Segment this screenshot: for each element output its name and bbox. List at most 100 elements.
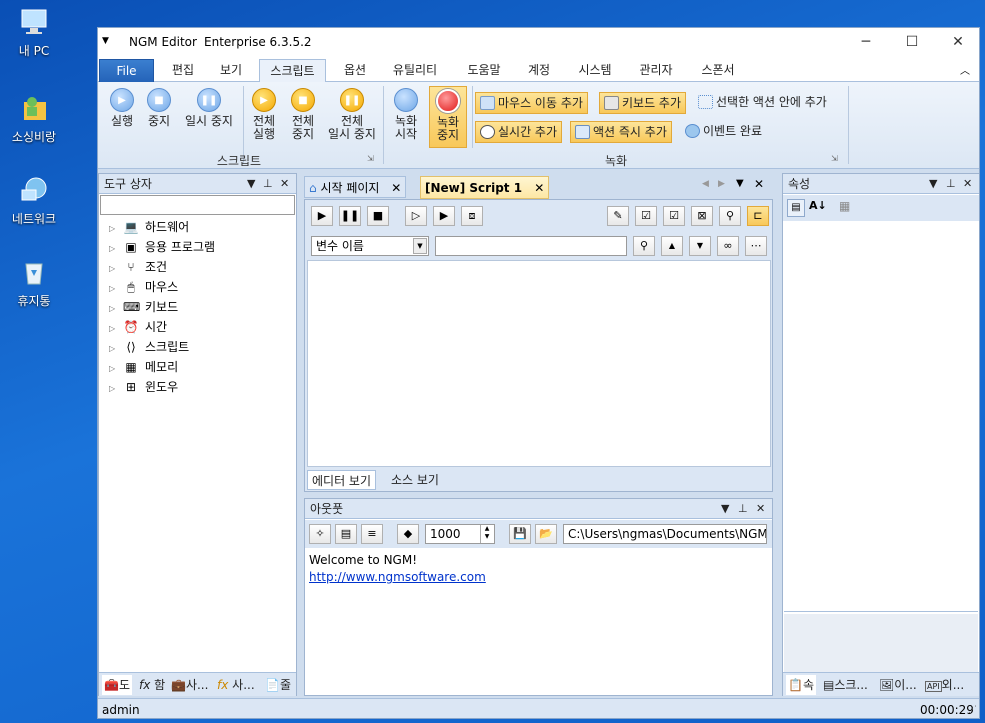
close-icon[interactable]: ✕ xyxy=(756,499,765,519)
event-complete-button[interactable]: 이벤트 완료 xyxy=(681,121,766,143)
expand-icon[interactable]: ▷ xyxy=(109,320,123,338)
eraser-icon[interactable]: ◆ xyxy=(397,524,419,544)
run-step-button[interactable]: ⧈ xyxy=(461,206,483,226)
close-tab-icon[interactable]: ✕ xyxy=(534,181,544,195)
tree-item-condition[interactable]: ▷ ⑂ 조건 xyxy=(109,258,167,276)
pin-icon[interactable]: ⊥ xyxy=(946,174,956,194)
max-lines-stepper[interactable]: 1000 ▲ ▼ xyxy=(425,524,495,544)
tab-help[interactable]: 도움말 xyxy=(459,59,509,82)
quick-access-menu-icon[interactable]: ▼ xyxy=(102,36,109,46)
enable-action-button[interactable]: ☑ xyxy=(635,206,657,226)
tree-item-memory[interactable]: ▷ ▦ 메모리 xyxy=(109,358,178,376)
bottom-tab-line[interactable]: 📄줄 xyxy=(265,675,291,695)
edit-action-button[interactable]: ✎ xyxy=(607,206,629,226)
next-result-button[interactable]: ▼ xyxy=(689,236,711,256)
tree-item-mouse[interactable]: ▷ 🖱 마우스 xyxy=(109,278,178,296)
add-action-immediately-button[interactable]: 액션 즉시 추가 xyxy=(570,121,672,143)
bottom-tab-api[interactable]: API 외... xyxy=(925,675,964,695)
tree-item-time[interactable]: ▷ ⏰ 시간 xyxy=(109,318,167,336)
check-action-button[interactable]: ☑ xyxy=(663,206,685,226)
add-keyboard-button[interactable]: 키보드 추가 xyxy=(599,92,687,114)
maximize-button[interactable]: ☐ xyxy=(889,28,935,56)
expand-icon[interactable]: ▷ xyxy=(109,240,123,258)
sort-alpha-icon[interactable]: A↓ xyxy=(809,199,827,212)
expand-icon[interactable]: ▷ xyxy=(109,340,123,358)
log-path-field[interactable]: C:\Users\ngmas\Documents\NGM6\ xyxy=(563,524,767,544)
tree-view-button[interactable]: ⊏ xyxy=(747,206,769,226)
tab-new-script[interactable]: [New] Script 1 ✕ xyxy=(420,176,550,199)
tab-start-page[interactable]: ⌂ 시작 페이지 ✕ xyxy=(304,176,407,198)
tab-admin[interactable]: 관리자 xyxy=(631,59,681,82)
tab-system[interactable]: 시스템 xyxy=(570,59,620,82)
run-button[interactable]: ▶ 실행 xyxy=(106,88,138,128)
pause-all-button[interactable]: ❚❚ 전체 일시 중지 xyxy=(324,88,380,141)
bottom-tab-user-function[interactable]: fx 사... xyxy=(217,675,255,695)
stop-button[interactable]: ■ 중지 xyxy=(144,88,174,128)
tab-editor-view[interactable]: 에디터 보기 xyxy=(307,470,377,490)
categorized-icon[interactable]: ▤ xyxy=(787,199,805,217)
expand-icon[interactable]: ▷ xyxy=(109,220,123,238)
bottom-tab-function[interactable]: fx 함 xyxy=(139,675,165,695)
new-log-icon[interactable]: ▤ xyxy=(335,524,357,544)
tab-sponsor[interactable]: 스폰서 xyxy=(693,59,743,82)
toolbox-search-input[interactable] xyxy=(100,195,295,215)
record-stop-button[interactable]: 녹화 중지 xyxy=(429,86,467,148)
bottom-tab-properties[interactable]: 📋속 xyxy=(786,675,816,695)
tab-list-icon[interactable]: ▼ xyxy=(736,178,744,189)
tab-file[interactable]: File xyxy=(99,59,154,82)
editor-pause-button[interactable]: ❚❚ xyxy=(339,206,361,226)
variable-name-select[interactable]: 변수 이름 ▼ xyxy=(311,236,429,256)
tab-utility[interactable]: 유틸리티 xyxy=(385,59,445,82)
bottom-tab-user[interactable]: 💼사... xyxy=(171,675,208,695)
collapse-ribbon-icon[interactable]: ︿ xyxy=(960,62,970,77)
add-realtime-button[interactable]: 실시간 추가 xyxy=(475,121,563,143)
minimize-button[interactable]: ─ xyxy=(843,28,889,56)
scroll-right-icon[interactable]: ▶ xyxy=(718,179,725,189)
bottom-tab-image[interactable]: 🖼이... xyxy=(879,675,917,695)
find-button[interactable]: ⚲ xyxy=(719,206,741,226)
dropdown-icon[interactable]: ▼ xyxy=(247,174,255,194)
dropdown-icon[interactable]: ▼ xyxy=(929,174,937,194)
bottom-tab-toolbox[interactable]: 🧰도 xyxy=(102,675,132,695)
delete-action-button[interactable]: ⊠ xyxy=(691,206,713,226)
editor-stop-button[interactable]: ■ xyxy=(367,206,389,226)
expand-icon[interactable]: ▷ xyxy=(109,360,123,378)
save-icon[interactable]: 💾 xyxy=(509,524,531,544)
close-button[interactable]: ✕ xyxy=(935,28,979,56)
clear-broom-icon[interactable]: ✧ xyxy=(309,524,331,544)
close-icon[interactable]: ✕ xyxy=(280,174,289,194)
tree-item-window[interactable]: ▷ ⊞ 윈도우 xyxy=(109,378,178,396)
close-tab-icon[interactable]: ✕ xyxy=(391,181,401,195)
chevron-down-icon[interactable]: ▼ xyxy=(413,238,427,254)
expand-icon[interactable]: ▷ xyxy=(109,300,123,318)
search-icon[interactable]: ⚲ xyxy=(633,236,655,256)
scroll-left-icon[interactable]: ◀ xyxy=(702,179,709,189)
close-icon[interactable]: ✕ xyxy=(963,174,972,194)
tab-account[interactable]: 계정 xyxy=(520,59,558,82)
tree-item-application[interactable]: ▷ ▣ 응용 프로그램 xyxy=(109,238,215,256)
close-document-icon[interactable]: ✕ xyxy=(754,177,764,191)
desktop-icon-recycle-bin[interactable]: 휴지통 xyxy=(2,256,66,309)
tab-view[interactable]: 보기 xyxy=(210,59,252,82)
previous-result-button[interactable]: ▲ xyxy=(661,236,683,256)
desktop-icon-my-pc[interactable]: 내 PC xyxy=(2,6,66,59)
pause-button[interactable]: ❚❚ 일시 중지 xyxy=(181,88,237,128)
dialog-launcher-icon[interactable]: ⇲ xyxy=(831,154,838,163)
bottom-tab-script[interactable]: ▤스크... xyxy=(823,675,868,695)
menu-lines-icon[interactable]: ≡ xyxy=(361,524,383,544)
tree-item-script[interactable]: ▷ ⟨⟩ 스크립트 xyxy=(109,338,189,356)
tree-item-hardware[interactable]: ▷ 💻 하드웨어 xyxy=(109,218,189,236)
record-start-button[interactable]: 녹화 시작 xyxy=(391,88,421,141)
script-action-list[interactable] xyxy=(307,260,771,467)
tab-options[interactable]: 옵션 xyxy=(334,59,376,82)
ngm-website-link[interactable]: http://www.ngmsoftware.com xyxy=(309,570,486,584)
stepper-arrows-icon[interactable]: ▲ ▼ xyxy=(480,525,493,543)
more-options-icon[interactable]: ⋯ xyxy=(745,236,767,256)
pin-icon[interactable]: ⊥ xyxy=(738,499,748,519)
stop-all-button[interactable]: ■ 전체 중지 xyxy=(288,88,318,141)
run-selected-button[interactable]: ▶ xyxy=(433,206,455,226)
tab-source-view[interactable]: 소스 보기 xyxy=(387,470,443,490)
run-from-here-button[interactable]: ▷ xyxy=(405,206,427,226)
variable-search-input[interactable] xyxy=(435,236,627,256)
editor-run-button[interactable]: ▶ xyxy=(311,206,333,226)
